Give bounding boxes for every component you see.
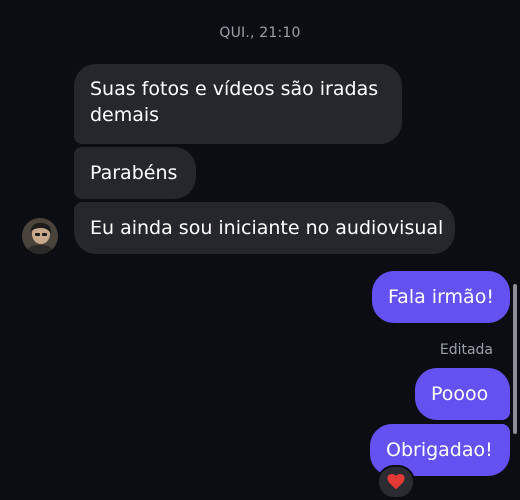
heart-icon	[387, 474, 405, 490]
avatar-photo-icon	[22, 218, 58, 254]
incoming-message-bubble[interactable]: Eu ainda sou iniciante no audiovisual	[74, 202, 455, 254]
edited-label: Editada	[439, 342, 493, 358]
incoming-message-bubble[interactable]: Suas fotos e vídeos são iradas demais	[74, 64, 402, 144]
incoming-message-bubble[interactable]: Parabéns	[74, 147, 196, 199]
outgoing-message-bubble[interactable]: Fala irmão!	[372, 271, 510, 323]
scrollbar[interactable]	[513, 284, 517, 434]
reaction-badge[interactable]	[377, 465, 415, 499]
contact-avatar[interactable]	[22, 218, 58, 254]
outgoing-message-bubble[interactable]: Poooo	[415, 368, 510, 420]
message-timestamp: QUI., 21:10	[219, 25, 301, 41]
